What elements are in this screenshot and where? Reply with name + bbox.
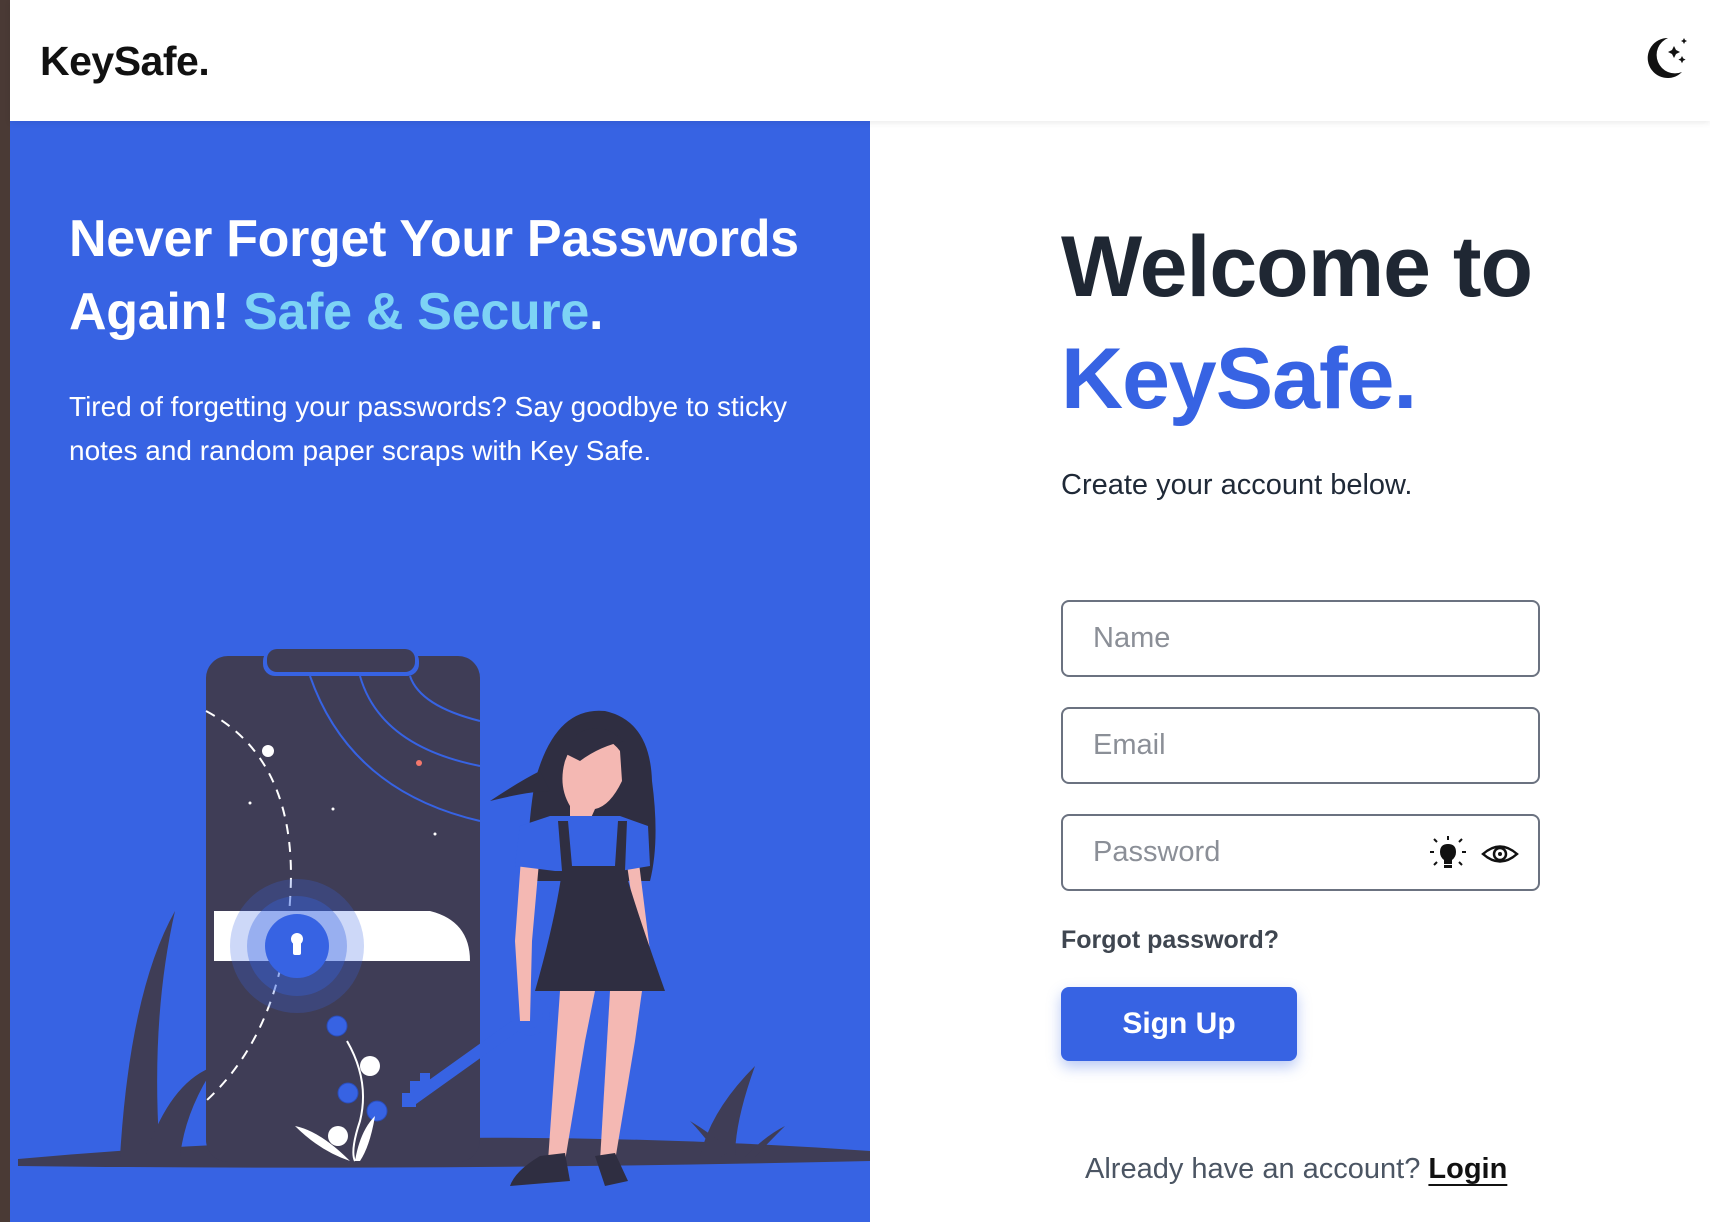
name-input[interactable] bbox=[1063, 602, 1538, 675]
welcome-brand: KeySafe. bbox=[1061, 331, 1417, 427]
email-field bbox=[1061, 707, 1540, 784]
window-edge bbox=[0, 0, 10, 1222]
brand-logo[interactable]: KeySafe. bbox=[40, 38, 210, 85]
password-field bbox=[1061, 814, 1540, 891]
name-field bbox=[1061, 600, 1540, 677]
password-icons bbox=[1428, 834, 1520, 874]
hero-title: Never Forget Your Passwords Again! Safe … bbox=[69, 203, 849, 349]
forgot-password-link[interactable]: Forgot password? bbox=[1061, 926, 1279, 955]
login-link[interactable]: Login bbox=[1428, 1153, 1507, 1185]
form-subtitle: Create your account below. bbox=[1061, 469, 1413, 501]
email-input[interactable] bbox=[1063, 709, 1538, 782]
login-prompt: Already have an account? Login bbox=[1085, 1153, 1507, 1186]
login-prompt-text: Already have an account? bbox=[1085, 1153, 1421, 1185]
hero-title-accent: Safe & Secure bbox=[243, 283, 589, 341]
welcome-heading: Welcome to KeySafe. bbox=[1061, 211, 1533, 435]
signup-panel: Welcome to KeySafe. Create your account … bbox=[870, 121, 1710, 1222]
sign-up-button[interactable]: Sign Up bbox=[1061, 987, 1297, 1061]
hero-panel: Never Forget Your Passwords Again! Safe … bbox=[10, 121, 870, 1222]
navbar: KeySafe. bbox=[10, 0, 1710, 121]
phone-lock-woman-key-illustration bbox=[18, 649, 870, 1186]
hero-title-period: . bbox=[588, 283, 604, 341]
moon-stars-icon[interactable] bbox=[1638, 32, 1690, 84]
eye-icon[interactable] bbox=[1480, 834, 1520, 874]
welcome-line: Welcome to bbox=[1061, 219, 1533, 315]
lightbulb-icon[interactable] bbox=[1428, 834, 1468, 874]
hero-description: Tired of forgetting your passwords? Say … bbox=[69, 391, 787, 466]
